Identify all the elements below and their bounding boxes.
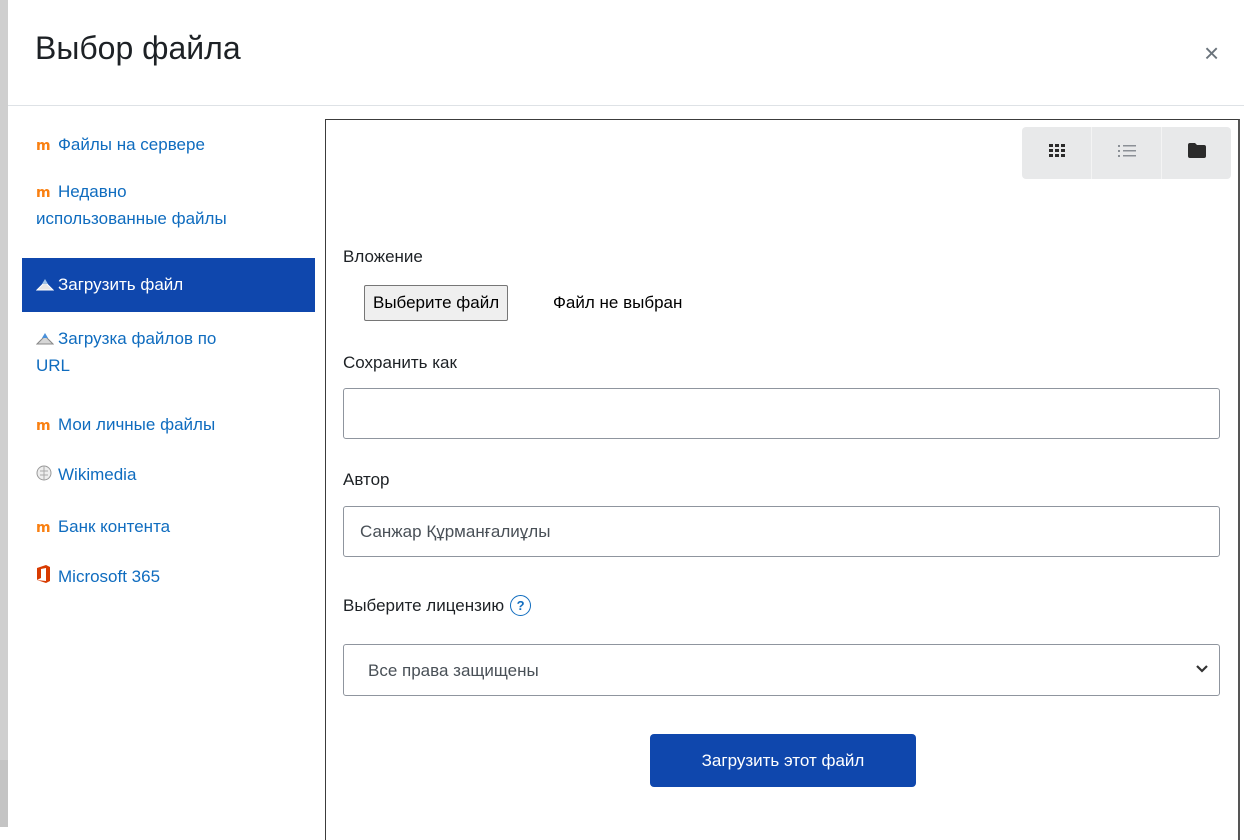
upload-icon [35,273,58,299]
url-download-icon [35,327,58,353]
sidebar-item-private-files[interactable]: m Мои личные файлы [22,396,315,446]
sidebar-item-label: Банк контента [58,517,171,536]
wikimedia-icon [36,463,58,489]
office-icon [36,564,58,591]
moodle-icon: m [36,137,51,154]
folder-view-button[interactable] [1162,127,1231,179]
list-view-icon [1117,144,1136,163]
author-input[interactable] [343,506,1220,557]
sidebar-item-label: Файлы на сервере [58,135,205,154]
sidebar-item-upload-file[interactable]: Загрузить файл [22,258,315,312]
sidebar-item-label: Мои личные файлы [58,415,216,434]
grid-view-button[interactable] [1022,127,1092,179]
save-as-input[interactable] [343,388,1220,439]
list-view-button[interactable] [1092,127,1162,179]
sidebar-item-wikimedia[interactable]: Wikimedia [22,446,315,498]
close-icon[interactable]: × [1204,38,1219,68]
license-label-row: Выберите лицензию? [343,595,532,616]
sidebar-item-content-bank[interactable]: m Банк контента [22,498,315,550]
sidebar-item-microsoft-365[interactable]: Microsoft 365 [22,550,315,602]
license-selected-value: Все права защищены [368,661,539,680]
sidebar-item-label: Загрузить файл [58,275,184,294]
grid-view-icon [1048,143,1065,163]
sidebar-item-url-download[interactable]: Загрузка файлов по URL [22,312,315,396]
repository-sidebar: m Файлы на сервере m Недавно использованны… [22,120,315,602]
license-label: Выберите лицензию [343,596,505,615]
moodle-icon: m [36,519,51,536]
license-select[interactable]: Все права защищены [343,644,1220,696]
sidebar-item-label: URL [36,355,71,375]
author-label: Автор [343,470,390,489]
sidebar-item-label: использованные файлы [36,208,227,228]
help-icon[interactable]: ? [510,595,532,616]
sidebar-item-label: Wikimedia [58,465,137,484]
left-edge-bar [0,0,8,827]
attachment-label: Вложение [343,247,423,266]
moodle-icon: m [36,184,51,201]
sidebar-item-label: Недавно [58,182,127,201]
sidebar-item-server-files[interactable]: m Файлы на сервере [22,120,315,170]
dialog-title: Выбор файла [35,30,241,66]
sidebar-item-label: Microsoft 365 [58,567,161,586]
no-file-status: Файл не выбран [553,293,683,312]
upload-panel: Вложение Выберите файл Файл не выбран Со… [325,119,1240,840]
sidebar-item-recent-files[interactable]: m Недавно использованные файлы [22,170,315,258]
sidebar-item-label: Загрузка файлов по [58,329,217,348]
upload-file-button[interactable]: Загрузить этот файл [650,734,916,787]
save-as-label: Сохранить как [343,353,457,372]
view-toggle-group [1022,127,1231,179]
folder-view-icon [1187,143,1206,163]
dialog-header: Выбор файла × [8,0,1244,106]
moodle-icon: m [36,417,51,434]
choose-file-button[interactable]: Выберите файл [364,285,509,321]
chevron-down-icon [1195,659,1209,684]
